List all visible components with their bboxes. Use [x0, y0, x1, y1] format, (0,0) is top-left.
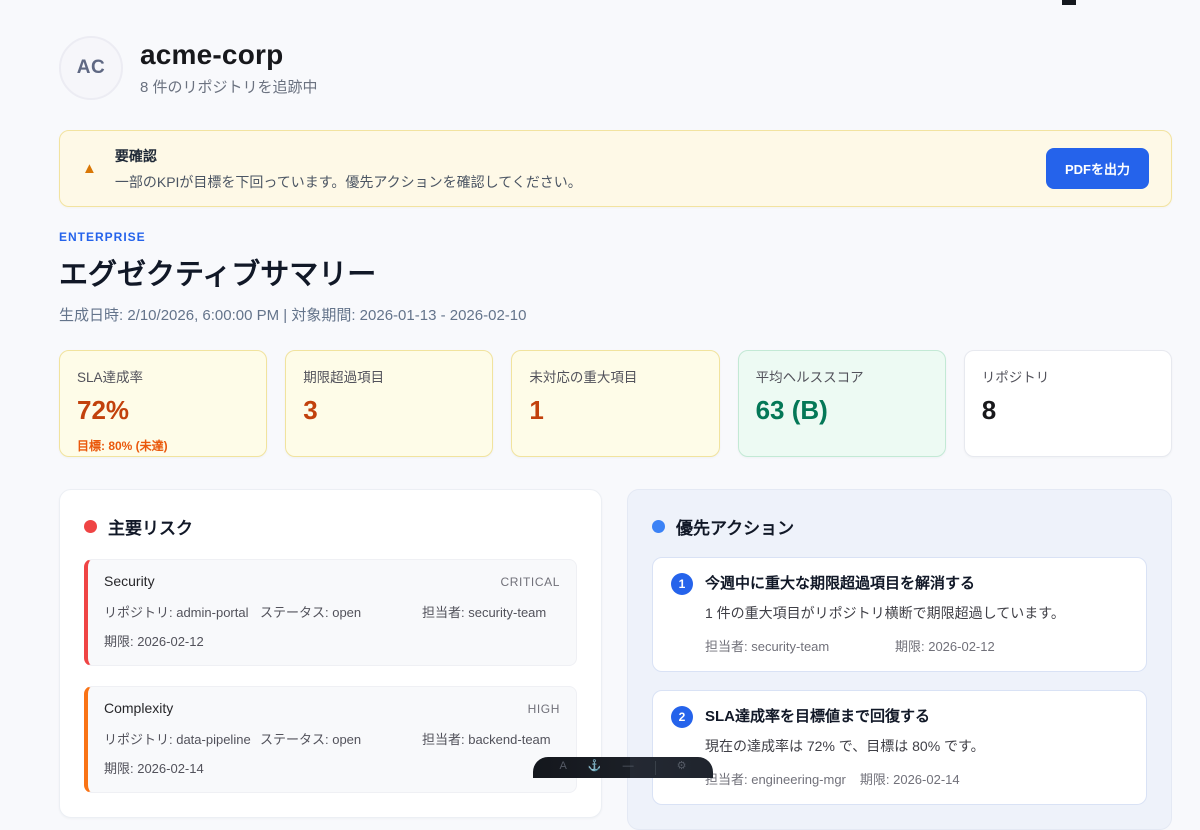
action-title: 今週中に重大な期限超過項目を解消する — [705, 573, 975, 595]
blue-dot-icon — [652, 520, 665, 533]
org-header: AC acme-corp 8 件のリポジトリを追跡中 — [59, 36, 1172, 100]
kpi-label: リポジトリ — [982, 366, 1154, 386]
risks-panel-title: 主要リスク — [84, 514, 577, 539]
action-head: 2 SLA達成率を目標値まで回復する — [671, 706, 1128, 728]
risk-meta-row: リポジトリ: admin-portal ステータス: open 担当者: sec… — [104, 602, 560, 621]
risk-item-security[interactable]: Security CRITICAL リポジトリ: admin-portal ステ… — [84, 559, 577, 666]
alert-title: 要確認 — [115, 146, 582, 166]
page-title: エグゼクティブサマリー — [59, 251, 1172, 293]
risk-severity-badge: HIGH — [528, 702, 560, 716]
action-deadline: 期限: 2026-02-14 — [860, 769, 960, 788]
action-title: SLA達成率を目標値まで回復する — [705, 706, 930, 728]
kpi-target-note: 目標: 80% (未達) — [77, 437, 249, 454]
export-pdf-button[interactable]: PDFを出力 — [1046, 148, 1149, 189]
risk-head: Security CRITICAL — [104, 573, 560, 589]
kpi-card-critical-open: 未対応の重大項目 1 — [511, 350, 719, 457]
risk-owner: 担当者: security-team — [422, 602, 546, 621]
kpi-card-overdue: 期限超過項目 3 — [285, 350, 493, 457]
org-title-block: acme-corp 8 件のリポジトリを追跡中 — [140, 39, 318, 97]
kpi-card-repos: リポジトリ 8 — [964, 350, 1172, 457]
action-owner: 担当者: security-team — [705, 636, 895, 655]
action-item-2[interactable]: 2 SLA達成率を目標値まで回復する 現在の達成率は 72% で、目標は 80%… — [652, 690, 1147, 805]
assistant-logo-icon[interactable]: A — [560, 761, 567, 772]
kpi-label: 未対応の重大項目 — [529, 366, 701, 386]
action-deadline: 期限: 2026-02-12 — [895, 636, 995, 655]
kpi-label: 平均ヘルススコア — [756, 366, 928, 386]
floating-dock[interactable]: A ⚓ — ⚙ — [533, 757, 713, 778]
cutoff-window-fragment — [1062, 0, 1076, 5]
report-meta: 生成日時: 2/10/2026, 6:00:00 PM | 対象期間: 2026… — [59, 304, 1172, 325]
action-number-badge: 2 — [671, 706, 693, 728]
kpi-row: SLA達成率 72% 目標: 80% (未達) 期限超過項目 3 未対応の重大項… — [59, 350, 1172, 457]
kpi-value: 1 — [529, 395, 701, 426]
risk-owner: 担当者: backend-team — [422, 729, 551, 748]
org-name: acme-corp — [140, 39, 318, 71]
action-meta-row: 担当者: security-team 期限: 2026-02-12 — [705, 636, 1128, 655]
alert-message: 一部のKPIが目標を下回っています。優先アクションを確認してください。 — [115, 172, 582, 192]
ship-icon[interactable]: ⚓ — [588, 761, 602, 772]
kpi-value: 72% — [77, 395, 249, 426]
action-owner: 担当者: engineering-mgr — [705, 769, 846, 788]
kpi-value: 63 (B) — [756, 395, 928, 426]
kpi-value: 3 — [303, 395, 475, 426]
risk-status: ステータス: open — [260, 729, 422, 748]
action-description: 1 件の重大項目がリポジトリ横断で期限超過しています。 — [705, 603, 1128, 623]
action-meta-row: 担当者: engineering-mgr 期限: 2026-02-14 — [705, 769, 1128, 788]
enterprise-eyebrow: ENTERPRISE — [59, 230, 1172, 244]
dock-divider — [655, 761, 656, 775]
action-description: 現在の達成率は 72% で、目標は 80% です。 — [705, 736, 1128, 756]
kpi-label: SLA達成率 — [77, 366, 249, 386]
alert-text-block: 要確認 一部のKPIが目標を下回っています。優先アクションを確認してください。 — [115, 146, 582, 192]
kpi-card-health-score: 平均ヘルススコア 63 (B) — [738, 350, 946, 457]
warning-triangle-icon: ▲ — [82, 161, 97, 176]
risk-repo: リポジトリ: admin-portal — [104, 602, 260, 621]
alert-banner: ▲ 要確認 一部のKPIが目標を下回っています。優先アクションを確認してください… — [59, 130, 1172, 207]
risk-name: Complexity — [104, 700, 173, 716]
action-item-1[interactable]: 1 今週中に重大な期限超過項目を解消する 1 件の重大項目がリポジトリ横断で期限… — [652, 557, 1147, 672]
risk-name: Security — [104, 573, 155, 589]
risk-deadline: 期限: 2026-02-14 — [104, 758, 560, 777]
red-dot-icon — [84, 520, 97, 533]
key-risks-panel: 主要リスク Security CRITICAL リポジトリ: admin-por… — [59, 489, 602, 818]
repo-count-subtitle: 8 件のリポジトリを追跡中 — [140, 76, 318, 97]
risk-severity-badge: CRITICAL — [501, 575, 560, 589]
kpi-label: 期限超過項目 — [303, 366, 475, 386]
risk-head: Complexity HIGH — [104, 700, 560, 716]
gear-icon[interactable]: ⚙ — [677, 761, 687, 772]
actions-title-text: 優先アクション — [676, 514, 794, 539]
action-head: 1 今週中に重大な期限超過項目を解消する — [671, 573, 1128, 595]
risk-item-complexity[interactable]: Complexity HIGH リポジトリ: data-pipeline ステー… — [84, 686, 577, 793]
org-avatar: AC — [59, 36, 123, 100]
action-number-badge: 1 — [671, 573, 693, 595]
risk-meta-row: リポジトリ: data-pipeline ステータス: open 担当者: ba… — [104, 729, 560, 748]
page: AC acme-corp 8 件のリポジトリを追跡中 ▲ 要確認 一部のKPIが… — [0, 0, 1200, 830]
priority-actions-panel: 優先アクション 1 今週中に重大な期限超過項目を解消する 1 件の重大項目がリポ… — [627, 489, 1172, 830]
kpi-card-sla: SLA達成率 72% 目標: 80% (未達) — [59, 350, 267, 457]
actions-panel-title: 優先アクション — [652, 514, 1147, 539]
risks-title-text: 主要リスク — [108, 514, 193, 539]
panels-row: 主要リスク Security CRITICAL リポジトリ: admin-por… — [59, 489, 1172, 830]
minimize-icon[interactable]: — — [623, 761, 634, 772]
risk-status: ステータス: open — [260, 602, 422, 621]
kpi-value: 8 — [982, 395, 1154, 426]
risk-deadline: 期限: 2026-02-12 — [104, 631, 560, 650]
risk-repo: リポジトリ: data-pipeline — [104, 729, 260, 748]
